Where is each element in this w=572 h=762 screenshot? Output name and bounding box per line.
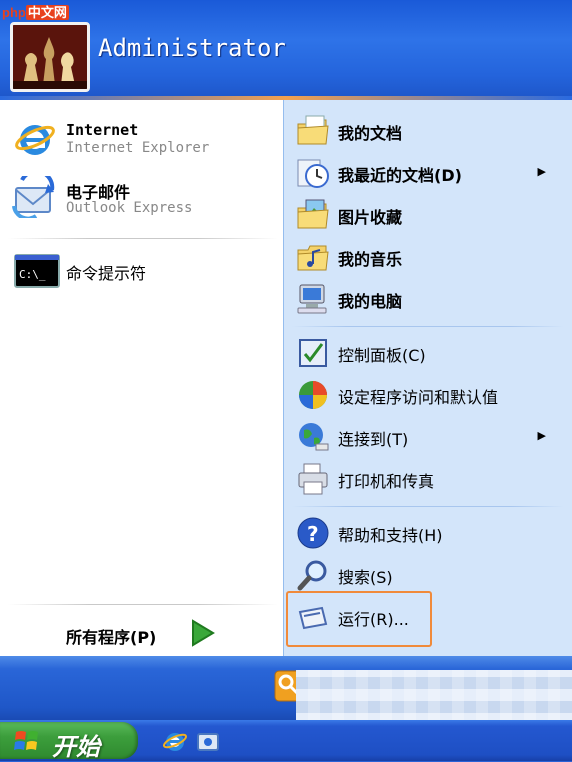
recent-item-command-prompt[interactable]: C:\_ 命令提示符 <box>12 250 278 292</box>
place-label: 图片收藏 <box>338 208 403 227</box>
system-control-panel[interactable]: 控制面板(C) <box>292 334 564 372</box>
connect-to-icon <box>299 423 329 451</box>
help-label: 帮助和支持(H) <box>338 526 443 545</box>
place-label: 我的电脑 <box>338 292 403 311</box>
place-label: 我最近的文档(D) <box>338 166 462 185</box>
watermark: php 中文网 <box>2 2 69 21</box>
place-label: 我的文档 <box>338 124 403 143</box>
svg-text:C:\_: C:\_ <box>19 268 46 281</box>
my-pictures-icon <box>297 199 329 229</box>
program-defaults-icon <box>299 381 327 409</box>
watermark-brand: php <box>2 5 26 20</box>
printers-fax-icon <box>298 463 328 495</box>
pinned-item-subtitle: Internet Explorer <box>66 140 210 156</box>
help-icon: ? <box>297 517 329 549</box>
quicklaunch-outlook-icon[interactable] <box>196 728 220 754</box>
system-label: 连接到(T) <box>338 430 409 449</box>
help-and-support[interactable]: ? 帮助和支持(H) <box>292 514 564 552</box>
internet-explorer-icon <box>15 125 55 155</box>
place-label: 我的音乐 <box>338 250 403 269</box>
svg-text:?: ? <box>307 522 319 546</box>
start-label: 开始 <box>52 733 100 761</box>
separator <box>292 326 564 327</box>
system-connect-to[interactable]: 连接到(T) ▶ <box>292 418 564 456</box>
submenu-arrow-icon: ▶ <box>537 429 546 442</box>
separator <box>8 238 278 239</box>
all-programs-label: 所有程序(P) <box>66 628 157 647</box>
chess-pieces-image <box>13 25 87 89</box>
search[interactable]: 搜索(S) <box>292 556 564 594</box>
pinned-item-internet[interactable]: Internet Internet Explorer <box>12 116 278 162</box>
recent-item-label: 命令提示符 <box>66 264 147 283</box>
system-printers-fax[interactable]: 打印机和传真 <box>292 460 564 498</box>
system-label: 控制面板(C) <box>338 346 426 365</box>
place-my-pictures[interactable]: 图片收藏 <box>292 196 564 234</box>
submenu-arrow-icon: ▶ <box>537 165 546 178</box>
pinned-programs-panel: Internet Internet Explorer 电子邮件 Outlook … <box>0 100 283 656</box>
highlight-box <box>286 591 432 647</box>
avatar[interactable] <box>10 22 90 92</box>
separator <box>292 506 564 507</box>
place-recent-documents[interactable]: 我最近的文档(D) ▶ <box>292 154 564 192</box>
watermark-site: 中文网 <box>25 5 69 20</box>
pinned-item-title: Internet <box>66 121 139 139</box>
place-my-documents[interactable]: 我的文档 <box>292 112 564 150</box>
outlook-express-icon <box>12 176 55 218</box>
all-programs-button[interactable]: 所有程序(P) <box>56 614 236 652</box>
system-program-defaults[interactable]: 设定程序访问和默认值 <box>292 376 564 414</box>
places-panel: 我的文档 我最近的文档(D) ▶ 图片收藏 我的音乐 我的电脑 控制面板(C) … <box>283 100 572 656</box>
control-panel-icon <box>299 339 327 367</box>
my-documents-icon <box>297 115 329 145</box>
recent-documents-icon <box>297 159 329 188</box>
command-prompt-icon: C:\_ <box>14 254 60 288</box>
green-arrow-icon <box>192 619 215 647</box>
pinned-item-subtitle: Outlook Express <box>66 200 193 216</box>
system-label: 打印机和传真 <box>338 472 435 491</box>
search-icon <box>297 560 327 591</box>
separator <box>8 604 278 605</box>
pinned-item-email[interactable]: 电子邮件 Outlook Express <box>12 174 278 220</box>
quicklaunch-internet-explorer-icon[interactable] <box>162 728 188 754</box>
place-my-computer[interactable]: 我的电脑 <box>292 280 564 318</box>
my-computer-icon <box>297 284 327 314</box>
windows-logo-icon <box>14 731 38 750</box>
system-label: 设定程序访问和默认值 <box>338 388 499 407</box>
place-my-music[interactable]: 我的音乐 <box>292 238 564 276</box>
help-label: 搜索(S) <box>338 568 393 587</box>
user-name: Administrator <box>98 34 286 62</box>
my-music-icon <box>297 245 329 271</box>
